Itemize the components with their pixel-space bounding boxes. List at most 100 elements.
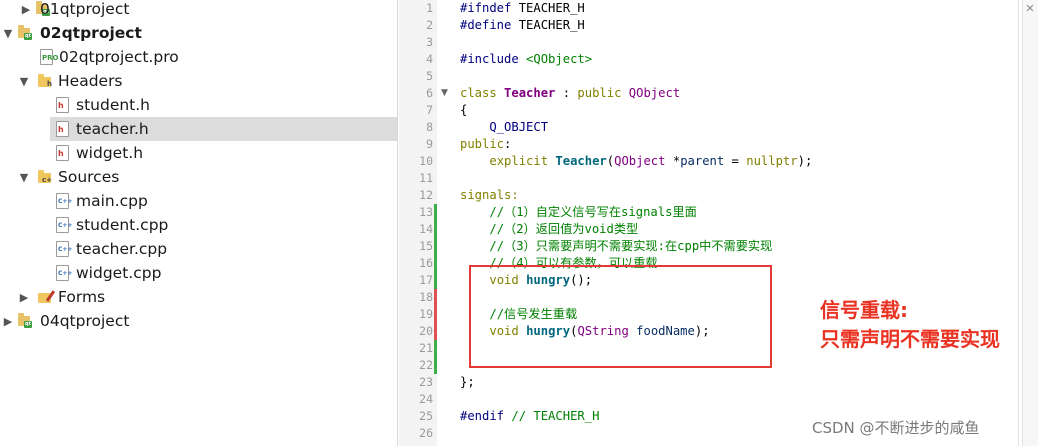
headers-folder-icon: h (38, 74, 52, 88)
tree-item-04qtproject[interactable]: ▶ qt 04qtproject (0, 309, 397, 333)
line-number: 12 (419, 188, 433, 202)
code-line-2: #define TEACHER_H (460, 18, 585, 32)
code-line-4: #include <QObject> (460, 52, 593, 66)
line-number: 10 (419, 154, 433, 168)
tree-item-main-cpp[interactable]: C++ main.cpp (0, 189, 397, 213)
code-line-1: #ifndef TEACHER_H (460, 1, 585, 15)
change-marker-green (434, 340, 437, 357)
highlight-box (469, 265, 772, 368)
tree-item-headers[interactable]: ▼ h Headers (0, 69, 397, 93)
annotation-line-2: 只需声明不需要实现 (820, 327, 1000, 351)
change-marker-red (434, 323, 437, 340)
change-marker-red (434, 306, 437, 323)
tree-item-label: 02qtproject (40, 24, 142, 42)
line-number: 5 (426, 69, 433, 83)
line-number: 8 (426, 120, 433, 134)
code-line-23: }; (460, 375, 475, 389)
chevron-down-icon[interactable]: ▼ (2, 27, 14, 40)
column-guide (1018, 0, 1019, 446)
line-number: 3 (426, 35, 433, 49)
header-file-icon: h (56, 97, 69, 113)
line-number: 25 (419, 409, 433, 423)
change-marker-green (434, 357, 437, 374)
line-number: 24 (419, 392, 433, 406)
annotation-line-1: 信号重载: (820, 298, 908, 322)
line-number: 22 (419, 358, 433, 372)
chevron-right-icon[interactable]: ▶ (20, 3, 32, 16)
line-number: 9 (426, 137, 433, 151)
cpp-file-icon: C++ (56, 265, 72, 281)
tree-item-label: widget.cpp (76, 264, 162, 282)
code-line-6: class Teacher : public QObject (460, 86, 681, 100)
line-number: 15 (419, 239, 433, 253)
line-number: 14 (419, 222, 433, 236)
chevron-right-icon[interactable]: ▶ (18, 291, 30, 304)
change-marker-red (434, 289, 437, 306)
tree-item-teacher-cpp[interactable]: C++ teacher.cpp (0, 237, 397, 261)
watermark: CSDN @不断进步的咸鱼 (812, 419, 980, 437)
tree-item-label: Forms (58, 288, 106, 306)
close-icon[interactable]: ✕ (1022, 0, 1038, 16)
forms-folder-icon (38, 290, 56, 304)
line-number: 1 (426, 1, 433, 15)
pro-file-icon: PRO (40, 49, 58, 65)
line-number: 26 (419, 426, 433, 440)
header-file-icon: h (56, 145, 69, 161)
code-line-25: #endif // TEACHER_H (460, 409, 600, 423)
line-number: 16 (419, 256, 433, 270)
code-line-12: signals: (460, 188, 519, 202)
tree-item-01qtproject[interactable]: ▶ qt 01qtproject (0, 0, 397, 21)
line-number: 17 (419, 273, 433, 287)
tree-item-sources[interactable]: ▼ c+ Sources (0, 165, 397, 189)
tree-item-student-cpp[interactable]: C++ student.cpp (0, 213, 397, 237)
tree-item-02qtproject-pro[interactable]: PRO 02qtproject.pro (0, 45, 397, 69)
tree-item-forms[interactable]: ▶ Forms (0, 285, 397, 309)
tree-item-label: 02qtproject.pro (59, 48, 179, 66)
line-number: 4 (426, 52, 433, 66)
tree-item-student-h[interactable]: h student.h (0, 93, 397, 117)
change-marker-green (434, 204, 437, 221)
line-number: 20 (419, 324, 433, 338)
sources-folder-icon: c+ (38, 170, 52, 184)
line-number: 6 (426, 86, 433, 100)
tree-item-02qtproject[interactable]: ▼ qt 02qtproject (0, 21, 397, 45)
code-line-15: //（3）只需要声明不需要实现:在cpp中不需要实现 (489, 239, 773, 253)
line-number: 19 (419, 307, 433, 321)
tree-item-label: 01qtproject (40, 0, 130, 18)
line-number: 23 (419, 375, 433, 389)
qt-project-icon: qt (18, 25, 32, 40)
tree-item-label: widget.h (76, 144, 144, 162)
change-marker-green (434, 255, 437, 272)
project-tree: ▶ qt 01qtproject ▼ qt 02qtproject PRO 02… (0, 0, 398, 446)
fold-toggle-icon[interactable]: ▼ (441, 88, 448, 98)
tree-item-label: teacher.h (76, 120, 149, 138)
code-line-7: { (460, 103, 468, 117)
cpp-file-icon: C++ (56, 193, 72, 209)
header-file-icon: h (56, 121, 69, 137)
chevron-right-icon[interactable]: ▶ (2, 315, 14, 328)
change-marker-green (434, 221, 437, 238)
tree-item-label: student.h (76, 96, 151, 114)
tree-item-widget-cpp[interactable]: C++ widget.cpp (0, 261, 397, 285)
line-number-gutter: 1 2 3 4 5 6 7 8 9 10 11 12 13 14 15 16 1… (399, 0, 437, 446)
line-number: 11 (419, 171, 433, 185)
change-marker-green (434, 238, 437, 255)
annotation-note: 信号重载: 只需声明不需要实现 (820, 296, 1000, 354)
line-number: 21 (419, 341, 433, 355)
chevron-down-icon[interactable]: ▼ (18, 75, 30, 88)
tree-item-teacher-h[interactable]: h teacher.h (50, 117, 397, 141)
cpp-file-icon: C++ (56, 241, 72, 257)
line-number: 18 (419, 290, 433, 304)
tree-item-label: main.cpp (76, 192, 148, 210)
tree-item-label: teacher.cpp (76, 240, 168, 258)
code-line-8: Q_OBJECT (489, 120, 549, 134)
change-marker-green (434, 272, 437, 289)
code-editor[interactable]: 1 2 3 4 5 6 7 8 9 10 11 12 13 14 15 16 1… (399, 0, 1038, 446)
tree-item-widget-h[interactable]: h widget.h (0, 141, 397, 165)
chevron-down-icon[interactable]: ▼ (18, 171, 30, 184)
line-number: 2 (426, 18, 433, 32)
tree-item-label: 04qtproject (40, 312, 130, 330)
code-line-9: public: (460, 137, 512, 151)
tree-item-label: Headers (58, 72, 123, 90)
vertical-scrollbar[interactable] (1022, 0, 1038, 446)
